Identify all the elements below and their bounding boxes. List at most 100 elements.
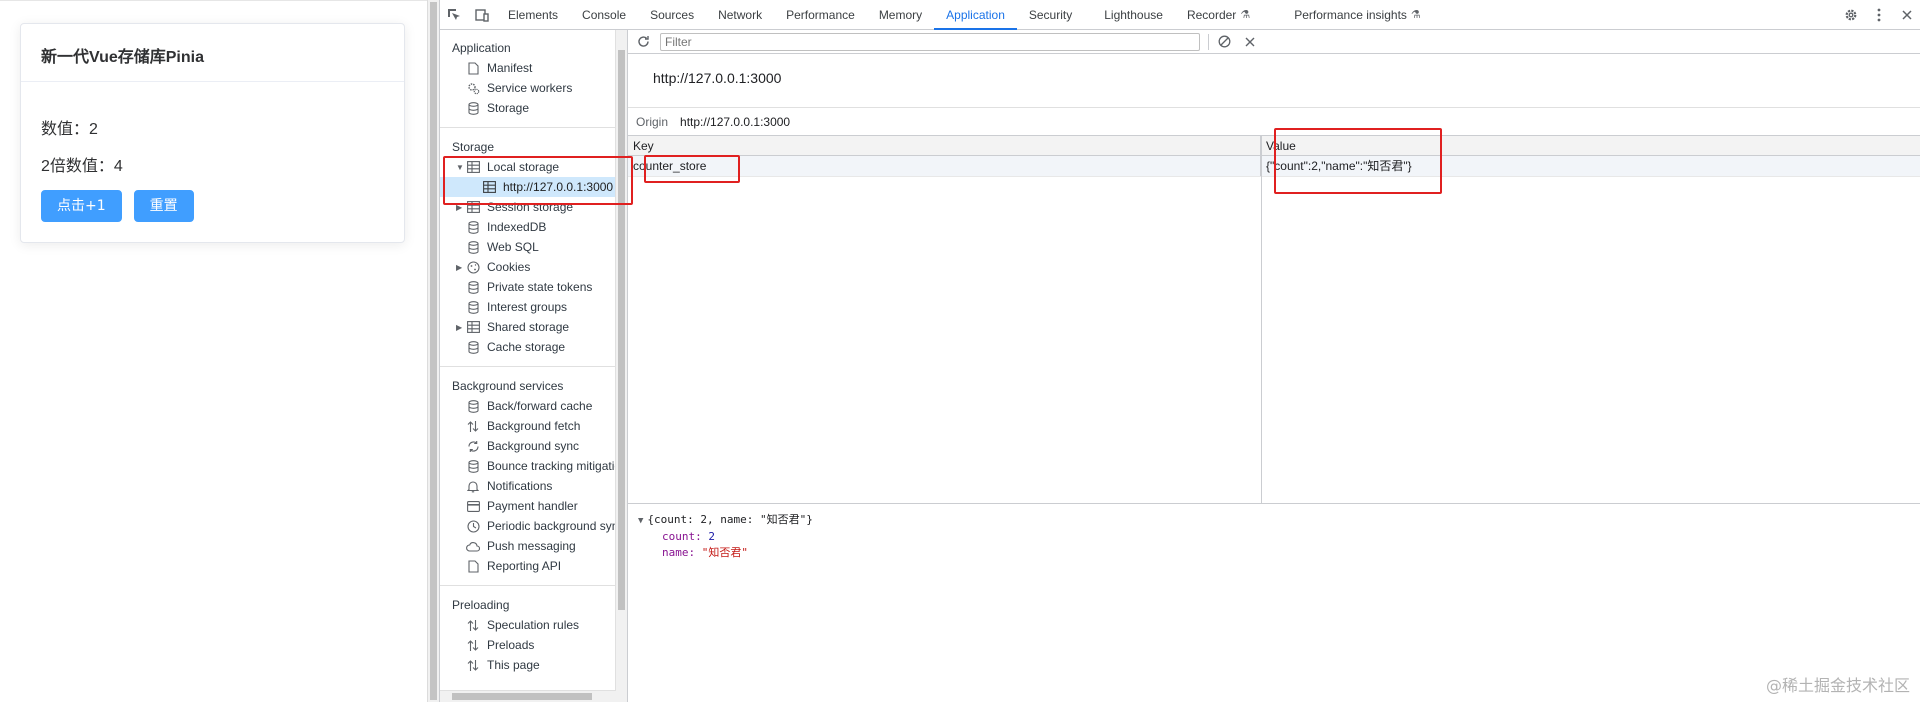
toolbar-separator: [1208, 33, 1209, 50]
sidebar-item-interest-groups[interactable]: Interest groups: [440, 297, 627, 317]
sidebar-item-label: Manifest: [487, 61, 533, 75]
sidebar-item-private-state-tokens[interactable]: Private state tokens: [440, 277, 627, 297]
sidebar-item-service-workers[interactable]: Service workers: [440, 78, 627, 98]
sidebar-item-bounce-tracking[interactable]: Bounce tracking mitigatic: [440, 456, 627, 476]
file-icon: [466, 61, 480, 75]
sidebar-item-background-fetch[interactable]: Background fetch: [440, 416, 627, 436]
database-icon: [466, 220, 480, 234]
sidebar-item-back-forward-cache[interactable]: Back/forward cache: [440, 396, 627, 416]
sidebar-item-label: This page: [487, 658, 540, 672]
sidebar-item-local-storage-origin[interactable]: http://127.0.0.1:3000: [440, 177, 627, 197]
more-options-icon[interactable]: [1865, 0, 1893, 29]
preview-name-line: name: "知否君": [638, 545, 1920, 561]
sidebar-section-preloading: Preloading: [452, 598, 510, 612]
sidebar-item-this-page[interactable]: This page: [440, 655, 627, 675]
filter-input[interactable]: [660, 32, 1200, 51]
sidebar-item-session-storage[interactable]: ▶ Session storage: [440, 197, 627, 217]
tab-recorder[interactable]: Recorder ⚗: [1175, 0, 1262, 29]
close-devtools-icon[interactable]: [1893, 0, 1920, 29]
tab-lighthouse[interactable]: Lighthouse: [1092, 0, 1175, 29]
table-icon: [466, 160, 480, 174]
sidebar-item-label: Notifications: [487, 479, 553, 493]
preview-summary-line[interactable]: ▼ {count: 2, name: "知否君"}: [638, 512, 1920, 529]
cell-value[interactable]: {"count":2,"name":"知否君"}: [1261, 156, 1920, 176]
application-sidebar: Application Manifest Service workers Sto…: [440, 30, 628, 702]
sidebar-item-indexeddb[interactable]: IndexedDB: [440, 217, 627, 237]
tab-label: Elements: [508, 7, 559, 22]
sidebar-item-label: http://127.0.0.1:3000: [503, 180, 614, 194]
tab-label: Security: [1028, 7, 1073, 22]
sidebar-item-background-sync[interactable]: Background sync: [440, 436, 627, 456]
sidebar-item-cookies[interactable]: ▶ Cookies: [440, 257, 627, 277]
sidebar-item-label: Speculation rules: [487, 618, 580, 632]
origin-heading: http://127.0.0.1:3000: [628, 54, 1920, 108]
sidebar-item-web-sql[interactable]: Web SQL: [440, 237, 627, 257]
column-divider[interactable]: [1261, 136, 1262, 503]
tab-sources[interactable]: Sources: [638, 0, 706, 29]
sidebar-item-manifest[interactable]: Manifest: [440, 58, 627, 78]
tab-performance-insights[interactable]: Performance insights ⚗: [1282, 0, 1433, 29]
table-row[interactable]: counter_store {"count":2,"name":"知否君"}: [628, 156, 1920, 177]
tab-application[interactable]: Application: [934, 0, 1017, 30]
collapsed-arrow-icon[interactable]: ▶: [456, 203, 462, 212]
sidebar-hscroll-thumb[interactable]: [452, 693, 592, 700]
clear-all-icon[interactable]: [1213, 31, 1235, 53]
tab-performance[interactable]: Performance: [774, 0, 867, 29]
sidebar-scrollbar-thumb[interactable]: [618, 50, 625, 610]
device-toolbar-icon[interactable]: [468, 0, 496, 29]
expanded-arrow-icon[interactable]: ▼: [638, 516, 643, 526]
inspect-element-icon[interactable]: [440, 0, 468, 29]
sidebar-vertical-scrollbar[interactable]: [615, 30, 627, 702]
sidebar-item-speculation-rules[interactable]: Speculation rules: [440, 615, 627, 635]
sidebar-item-reporting-api[interactable]: Reporting API: [440, 556, 627, 576]
button-row: 点击+1 重置: [41, 190, 384, 222]
page-scrollbar-thumb[interactable]: [430, 2, 437, 700]
sidebar-horizontal-scrollbar[interactable]: [440, 690, 616, 702]
reset-button[interactable]: 重置: [133, 190, 194, 222]
sidebar-item-payment-handler[interactable]: Payment handler: [440, 496, 627, 516]
sidebar-item-label: Reporting API: [487, 559, 562, 573]
collapsed-arrow-icon[interactable]: ▶: [456, 323, 462, 332]
tab-label: Console: [582, 7, 627, 22]
up-down-arrows-icon: [466, 419, 480, 433]
database-icon: [466, 280, 480, 294]
sidebar-item-periodic-background-sync[interactable]: Periodic background sync: [440, 516, 627, 536]
refresh-icon[interactable]: [632, 31, 654, 53]
cell-key[interactable]: counter_store: [628, 156, 1261, 176]
tabbar-right-actions: [1837, 0, 1920, 29]
storage-main-panel: http://127.0.0.1:3000 Origin http://127.…: [628, 30, 1920, 702]
tab-memory[interactable]: Memory: [867, 0, 934, 29]
database-icon: [466, 240, 480, 254]
delete-selected-icon[interactable]: [1239, 31, 1261, 53]
collapsed-arrow-icon[interactable]: ▶: [456, 263, 462, 272]
tab-label: Performance: [786, 7, 855, 22]
sidebar-item-label: Preloads: [487, 638, 535, 652]
increment-button[interactable]: 点击+1: [41, 190, 122, 222]
sidebar-item-label: Shared storage: [487, 320, 570, 334]
sidebar-item-label: Periodic background sync: [487, 519, 625, 533]
tab-network[interactable]: Network: [706, 0, 774, 29]
double-count-value: 2倍数值：4: [41, 158, 123, 175]
devtools-tabbar: Elements Console Sources Network Perform…: [440, 0, 1920, 30]
tab-security[interactable]: Security: [1017, 0, 1084, 29]
sidebar-item-local-storage[interactable]: ▼ Local storage: [440, 157, 627, 177]
sidebar-item-notifications[interactable]: Notifications: [440, 476, 627, 496]
sidebar-item-push-messaging[interactable]: Push messaging: [440, 536, 627, 556]
settings-gear-icon[interactable]: [1837, 0, 1865, 29]
tab-label: Application: [946, 7, 1005, 22]
tab-elements[interactable]: Elements: [496, 0, 570, 29]
sidebar-item-label: Cookies: [487, 260, 531, 274]
page-scrollbar[interactable]: [427, 0, 439, 702]
sidebar-item-cache-storage[interactable]: Cache storage: [440, 337, 627, 357]
column-header-key[interactable]: Key: [628, 136, 1261, 155]
column-header-value[interactable]: Value: [1261, 136, 1920, 155]
database-icon: [466, 459, 480, 473]
sidebar-item-storage[interactable]: Storage: [440, 98, 627, 118]
flask-icon: ⚗: [1240, 9, 1251, 21]
sidebar-item-shared-storage[interactable]: ▶ Shared storage: [440, 317, 627, 337]
sidebar-item-label: Session storage: [487, 200, 574, 214]
table-icon: [482, 180, 496, 194]
expanded-arrow-icon[interactable]: ▼: [456, 163, 464, 172]
tab-console[interactable]: Console: [570, 0, 638, 29]
sidebar-item-preloads[interactable]: Preloads: [440, 635, 627, 655]
